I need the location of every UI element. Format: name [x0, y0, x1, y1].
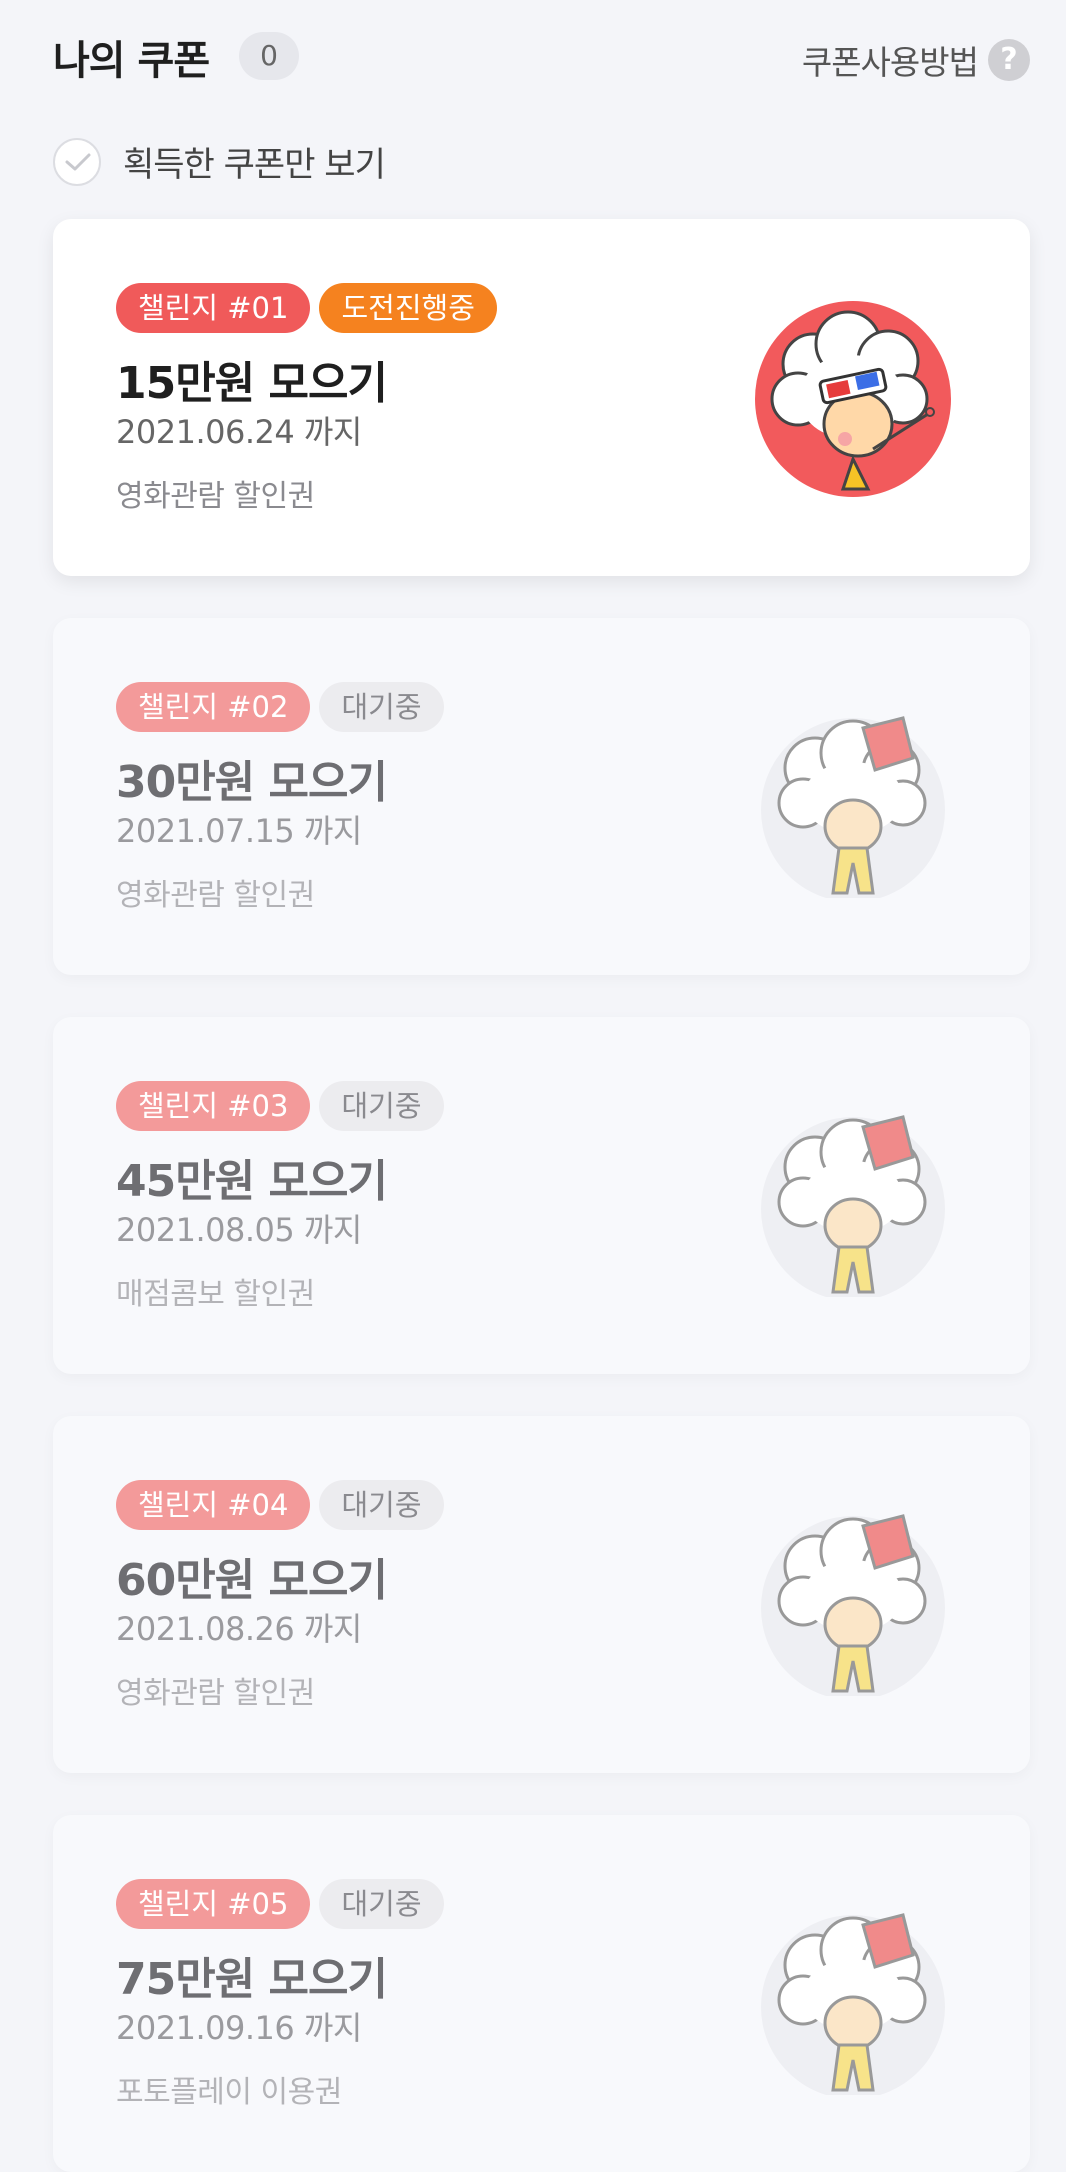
mascot-popcorn-icon	[761, 1115, 945, 1297]
coupon-type: 영화관람 할인권	[116, 878, 315, 913]
challenge-badge: 챌린지 #02	[116, 682, 311, 732]
coupon-count-badge: 0	[239, 32, 299, 80]
coupon-card[interactable]: 챌린지 #03 대기중 45만원 모으기 2021.08.05 까지 매점콤보 …	[53, 1017, 1030, 1374]
challenge-badge: 챌린지 #04	[116, 1480, 311, 1530]
challenge-badge: 챌린지 #01	[116, 283, 311, 333]
page-title: 나의 쿠폰	[53, 38, 210, 84]
filter-label: 획득한 쿠폰만 보기	[123, 145, 386, 185]
check-icon	[65, 153, 91, 170]
coupon-help-link[interactable]: 쿠폰사용방법 ?	[802, 36, 1030, 84]
coupon-type: 포토플레이 이용권	[116, 2075, 342, 2110]
coupon-deadline: 2021.09.16 까지	[116, 2009, 362, 2047]
mascot-3d-glasses-icon	[755, 301, 951, 497]
coupon-deadline: 2021.07.15 까지	[116, 812, 362, 850]
coupon-title: 15만원 모으기	[116, 358, 388, 409]
coupon-card[interactable]: 챌린지 #04 대기중 60만원 모으기 2021.08.26 까지 영화관람 …	[53, 1416, 1030, 1773]
coupon-title: 60만원 모으기	[116, 1555, 388, 1606]
question-icon: ?	[988, 39, 1030, 81]
mascot-popcorn-icon	[761, 1514, 945, 1696]
status-badge: 도전진행중	[319, 283, 497, 333]
obtained-only-filter[interactable]: 획득한 쿠폰만 보기	[53, 137, 386, 186]
coupon-type: 영화관람 할인권	[116, 479, 315, 514]
coupon-help-label: 쿠폰사용방법	[801, 43, 979, 82]
coupon-title: 75만원 모으기	[116, 1954, 388, 2005]
mascot-popcorn-icon	[761, 1913, 945, 2095]
mascot-popcorn-icon	[761, 716, 945, 898]
coupon-deadline: 2021.06.24 까지	[116, 413, 362, 451]
header: 나의 쿠폰 0 쿠폰사용방법 ?	[0, 0, 1066, 110]
coupon-type: 영화관람 할인권	[116, 1676, 315, 1711]
checkbox[interactable]	[53, 137, 101, 186]
coupon-deadline: 2021.08.26 까지	[116, 1610, 362, 1648]
challenge-badge: 챌린지 #05	[116, 1879, 311, 1929]
coupon-card[interactable]: 챌린지 #02 대기중 30만원 모으기 2021.07.15 까지 영화관람 …	[53, 618, 1030, 975]
coupon-type: 매점콤보 할인권	[116, 1277, 315, 1312]
coupon-title: 45만원 모으기	[116, 1156, 388, 1207]
status-badge: 대기중	[319, 1879, 444, 1929]
status-badge: 대기중	[319, 682, 444, 732]
coupon-deadline: 2021.08.05 까지	[116, 1211, 362, 1249]
coupon-card[interactable]: 챌린지 #01 도전진행중 15만원 모으기 2021.06.24 까지 영화관…	[53, 219, 1030, 576]
coupon-title: 30만원 모으기	[116, 757, 388, 808]
status-badge: 대기중	[319, 1081, 444, 1131]
challenge-badge: 챌린지 #03	[116, 1081, 311, 1131]
coupon-card[interactable]: 챌린지 #05 대기중 75만원 모으기 2021.09.16 까지 포토플레이…	[53, 1815, 1030, 2172]
status-badge: 대기중	[319, 1480, 444, 1530]
